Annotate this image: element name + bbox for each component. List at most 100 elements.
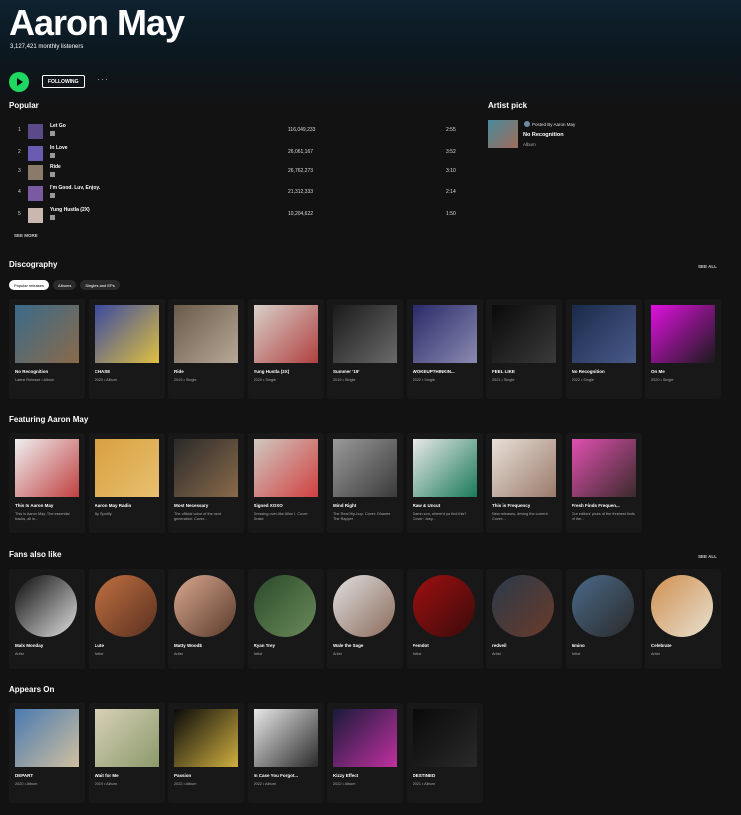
fans-also-like-card[interactable]: Femdot Artist: [406, 569, 483, 669]
fans-also-like-card[interactable]: Malx Monday Artist: [9, 569, 85, 669]
card-title: Kizzy Effect: [333, 773, 359, 778]
discography-card[interactable]: No Recognition Latest Release • Album: [9, 299, 85, 399]
card-art: [412, 709, 477, 767]
track-plays: 26,762,273: [288, 168, 314, 174]
card-title: Fresh Finds Frequen...: [571, 503, 620, 508]
track-cover: [28, 124, 43, 139]
discography-filters: Popular releases Albums Singles and EPs: [9, 280, 120, 290]
featuring-card[interactable]: Mind Right The Real Hip-hop. Cover: Dhane…: [327, 433, 403, 533]
chip-albums[interactable]: Albums: [53, 280, 77, 290]
discography-card[interactable]: On Me 2020 • Single: [645, 299, 721, 399]
card-art: [94, 305, 159, 363]
track-cover: [28, 208, 43, 223]
card-title: Malx Monday: [15, 643, 44, 648]
fans-see-all[interactable]: SEE ALL: [698, 554, 717, 559]
card-subtitle: Artist: [174, 652, 183, 656]
chip-singles-eps[interactable]: Singles and EPs: [80, 280, 120, 290]
card-title: In Case You Forgot...: [253, 773, 299, 778]
featuring-card[interactable]: Aaron May Radio By Spotify: [88, 433, 165, 533]
track-cover: [28, 186, 43, 201]
featuring-card[interactable]: Fresh Finds Frequen... Our editors' picks…: [565, 433, 642, 533]
discography-card[interactable]: Summer '19' 2019 • Single: [327, 299, 403, 399]
fans-also-like-card[interactable]: Ryan Trey Artist: [247, 569, 324, 669]
appears-on-card[interactable]: Passion 2022 • Album: [168, 703, 244, 803]
appears-on-card[interactable]: Kizzy Effect 2022 • Album: [327, 703, 403, 803]
artist-pick-cover[interactable]: [488, 120, 518, 148]
fans-also-like-card[interactable]: redveil Artist: [486, 569, 562, 669]
fans-also-like-card[interactable]: Celebrate Artist: [645, 569, 721, 669]
card-art: [571, 575, 634, 637]
card-title: Mind Right: [333, 503, 357, 508]
card-subtitle: This is Aaron May. The essential tracks,…: [15, 512, 70, 521]
card-subtitle: 2021 • Album: [412, 782, 435, 786]
explicit-icon: [50, 215, 55, 220]
explicit-icon: [50, 193, 55, 198]
play-button[interactable]: [9, 72, 29, 92]
card-subtitle: Artist: [412, 652, 422, 656]
card-art: [253, 305, 318, 363]
fans-also-like-card[interactable]: Matty Wood$ Artist: [168, 569, 244, 669]
discography-card[interactable]: FEEL LIKE 2021 • Single: [486, 299, 562, 399]
artist-pick-item-type: Album: [523, 142, 536, 147]
card-title: FEEL LIKE: [492, 369, 515, 374]
discography-title: Discography: [9, 260, 58, 269]
card-art: [412, 439, 477, 497]
card-art: [174, 439, 238, 497]
card-art: [333, 709, 397, 767]
card-art: [492, 439, 556, 497]
discography-card[interactable]: No Recognition 2022 • Single: [565, 299, 642, 399]
card-art: [651, 575, 713, 637]
card-title: This Is Aaron May: [15, 503, 54, 508]
card-subtitle: 2022 • Single: [412, 378, 435, 382]
appears-on-card[interactable]: Wait for Me 2019 • Album: [88, 703, 165, 803]
following-button[interactable]: FOLLOWING: [42, 75, 85, 88]
fans-also-like-card[interactable]: Lute Artist: [88, 569, 165, 669]
card-title: Ryan Trey: [253, 643, 276, 648]
track-title: Ride: [50, 164, 61, 170]
track-title: Let Go: [50, 123, 66, 129]
fans-also-like-title: Fans also like: [9, 550, 62, 559]
chip-popular-releases[interactable]: Popular releases: [9, 280, 50, 290]
featuring-card[interactable]: This Is Aaron May This is Aaron May. The …: [9, 433, 85, 533]
featuring-card[interactable]: Signed XOXO Dressing over-like Allen I. C…: [247, 433, 324, 533]
appears-on-card[interactable]: In Case You Forgot... 2022 • Album: [247, 703, 324, 803]
track-number: 4: [18, 189, 21, 195]
card-title: 6mino: [571, 643, 585, 648]
see-more-button[interactable]: SEE MORE: [14, 233, 38, 238]
card-title: On Me: [651, 369, 665, 374]
discography-card[interactable]: Yung Hustla (2X) 2020 • Single: [247, 299, 324, 399]
artist-pick-item-title[interactable]: No Recognition: [523, 132, 564, 138]
card-art: [253, 439, 318, 497]
card-title: No Recognition: [15, 369, 49, 374]
fans-also-like-card[interactable]: Wale the Sage Artist: [327, 569, 403, 669]
card-title: Most Necessary: [174, 503, 209, 508]
card-title: Femdot: [412, 643, 429, 648]
card-subtitle: 2019 • Single: [333, 378, 356, 382]
appears-on-card[interactable]: DEPART 2020 • Album: [9, 703, 85, 803]
artist-header: Aaron May 3,127,421 monthly listeners FO…: [0, 0, 741, 110]
popular-track-row[interactable]: 5 Yung Hustla (2X) 10,204,622 1:50: [10, 206, 465, 224]
card-title: Matty Wood$: [174, 643, 202, 648]
more-options-button[interactable]: ···: [97, 74, 109, 84]
appears-on-card[interactable]: DESTINED 2021 • Album: [406, 703, 483, 803]
discography-card[interactable]: WOKEUPTHINKIN... 2022 • Single: [406, 299, 483, 399]
popular-track-row[interactable]: 1 Let Go 116,049,233 2:55: [10, 122, 465, 140]
discography-see-all[interactable]: SEE ALL: [698, 264, 717, 269]
card-art: [15, 709, 79, 767]
fans-also-like-card[interactable]: 6mino Artist: [565, 569, 642, 669]
card-subtitle: 2020 • Album: [94, 378, 117, 382]
featuring-card[interactable]: Raw & Uncut Damn son, where'd ya find thi…: [406, 433, 483, 533]
featuring-card[interactable]: This is Frequency New releases, driving t…: [486, 433, 562, 533]
track-duration: 3:10: [446, 168, 456, 174]
popular-track-row[interactable]: 2 In Love 26,061,167 3:52: [10, 144, 465, 162]
discography-card[interactable]: CHASE 2020 • Album: [88, 299, 165, 399]
discography-card[interactable]: Ride 2019 • Single: [168, 299, 244, 399]
popular-track-row[interactable]: 4 I'm Good. Luv, Enjoy. 21,312,333 2:14: [10, 184, 465, 202]
featuring-card[interactable]: Most Necessary The official voice of the …: [168, 433, 244, 533]
card-subtitle: Damn son, where'd ya find this? Cover: J…: [412, 512, 467, 521]
card-subtitle: The official voice of the next generatio…: [174, 512, 221, 521]
track-duration: 1:50: [446, 211, 456, 217]
card-title: Aaron May Radio: [94, 503, 132, 508]
card-title: Raw & Uncut: [412, 503, 441, 508]
popular-track-row[interactable]: 3 Ride 26,762,273 3:10: [10, 163, 465, 181]
